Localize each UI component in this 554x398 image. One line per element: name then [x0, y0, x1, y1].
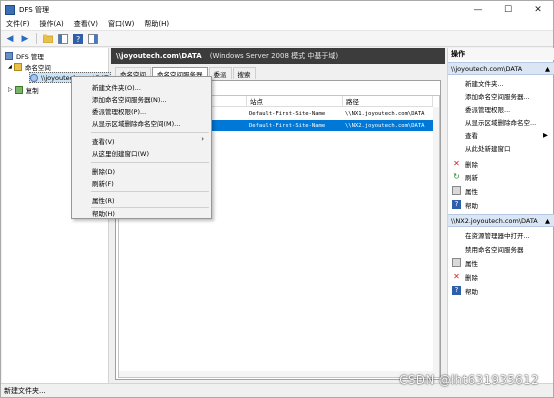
- help-icon: ?: [452, 286, 461, 295]
- section-label: \\joyoutech.com\DATA: [451, 64, 523, 73]
- properties-icon: [452, 258, 461, 267]
- action-open-in-explorer[interactable]: 在资源管理器中打开...: [448, 228, 554, 241]
- show-hide-console-tree-icon[interactable]: [57, 33, 69, 45]
- row-path: \\NX1.joyoutech.com\DATA: [345, 110, 425, 117]
- action-new-folder[interactable]: 新建文件夹...: [448, 76, 554, 89]
- actions-section-server[interactable]: \\NX2.joyoutech.com\DATA ▲: [448, 214, 554, 227]
- dfs-management-icon: [5, 51, 13, 60]
- menu-item-view[interactable]: 查看(V) ›: [73, 135, 210, 147]
- tree-label: 复制: [25, 86, 39, 95]
- actions-title: 操作: [448, 48, 554, 60]
- toolbar-separator: [36, 33, 37, 44]
- toolbar: ◀ ▶ ?: [1, 31, 553, 47]
- submenu-arrow-icon: ›: [201, 135, 204, 143]
- properties-icon: [452, 186, 461, 195]
- collapse-arrow-icon[interactable]: ◢: [8, 64, 12, 70]
- show-hide-action-pane-icon[interactable]: [87, 33, 99, 45]
- menu-item-add-namespace-server[interactable]: 添加命名空间服务器(N)...: [73, 93, 210, 105]
- menu-item-refresh[interactable]: 刷新(F): [73, 177, 210, 189]
- tab-search[interactable]: 搜索: [232, 67, 256, 79]
- expand-arrow-icon[interactable]: ▷: [8, 86, 13, 93]
- tree-item-namespaces[interactable]: ◢ 命名空间: [8, 61, 51, 72]
- action-refresh[interactable]: ↻ 刷新: [448, 170, 554, 183]
- horizontal-scrollbar[interactable]: [119, 371, 439, 377]
- menu-file[interactable]: 文件(F): [1, 19, 35, 29]
- title-bar: DFS 管理 — ☐ ✕: [1, 1, 553, 18]
- tree-label: DFS 管理: [16, 52, 44, 61]
- column-header-site[interactable]: 站点: [247, 96, 343, 107]
- delete-icon: ✕: [453, 272, 460, 281]
- action-delete[interactable]: ✕ 删除: [448, 157, 554, 170]
- tree-item-replication[interactable]: ▷ 复制: [8, 84, 39, 95]
- action-help[interactable]: ? 帮助: [448, 198, 554, 211]
- section-label: \\NX2.joyoutech.com\DATA: [451, 216, 538, 225]
- action-add-namespace-server[interactable]: 添加命名空间服务器...: [448, 89, 554, 102]
- collapse-section-icon[interactable]: ▲: [545, 65, 550, 73]
- row-site: Default-First-Site-Name: [249, 122, 326, 129]
- back-icon[interactable]: ◀: [4, 33, 16, 45]
- help-icon: ?: [452, 200, 461, 209]
- refresh-icon: ↻: [453, 172, 460, 181]
- action-disable-namespace-server[interactable]: 禁用命名空间服务器: [448, 242, 554, 255]
- column-header-path[interactable]: 路径: [343, 96, 433, 107]
- row-site: Default-First-Site-Name: [249, 110, 326, 117]
- action-remove-namespace-from-display[interactable]: 从显示区域删除命名空...: [448, 115, 554, 128]
- help-icon[interactable]: ?: [72, 33, 84, 45]
- action-properties[interactable]: 属性: [448, 184, 554, 197]
- menu-separator: [91, 162, 209, 163]
- menu-item-delete[interactable]: 删除(D): [73, 165, 210, 177]
- menu-help[interactable]: 帮助(H): [139, 19, 174, 29]
- menu-separator: [91, 191, 209, 192]
- submenu-arrow-icon: ▶: [543, 130, 548, 139]
- action-delegate-permissions[interactable]: 委派管理权限...: [448, 102, 554, 115]
- menu-separator: [91, 132, 209, 133]
- maximize-button[interactable]: ☐: [493, 1, 523, 18]
- menu-item-properties[interactable]: 属性(R): [73, 194, 210, 206]
- dfs-management-window: DFS 管理 — ☐ ✕ 文件(F) 操作(A) 查看(V) 窗口(W) 帮助(…: [0, 0, 554, 398]
- close-button[interactable]: ✕: [523, 1, 553, 18]
- action-server-properties[interactable]: 属性: [448, 256, 554, 269]
- menu-item-new-window-from-here[interactable]: 从这里创建窗口(W): [73, 147, 210, 159]
- actions-section-namespace[interactable]: \\joyoutech.com\DATA ▲: [448, 62, 554, 75]
- delete-icon: ✕: [453, 159, 460, 168]
- action-server-help[interactable]: ? 帮助: [448, 284, 554, 297]
- actions-pane: 操作 \\joyoutech.com\DATA ▲ 新建文件夹... 添加命名空…: [447, 48, 554, 383]
- namespace-path-title: \\joyoutech.com\DATA: [116, 52, 202, 60]
- tree-item-dfs-management[interactable]: DFS 管理: [5, 50, 44, 61]
- forward-icon[interactable]: ▶: [19, 33, 31, 45]
- replication-icon: [14, 85, 23, 94]
- menu-item-remove-namespace-from-display[interactable]: 从显示区域删除命名空间(M)...: [73, 117, 210, 129]
- app-icon: [5, 4, 15, 15]
- row-path: \\NX2.joyoutech.com\DATA: [345, 122, 425, 129]
- action-view[interactable]: 查看 ▶: [448, 128, 554, 141]
- vertical-scrollbar[interactable]: [433, 107, 439, 377]
- menu-view[interactable]: 查看(V): [69, 19, 103, 29]
- menu-action[interactable]: 操作(A): [35, 19, 69, 29]
- namespace-mode-subtitle: (Windows Server 2008 模式 中基于域): [209, 52, 339, 60]
- tree-label: 命名空间: [24, 63, 51, 72]
- menu-item-help[interactable]: 帮助(H): [73, 207, 210, 219]
- action-server-delete[interactable]: ✕ 删除: [448, 270, 554, 283]
- details-header: \\joyoutech.com\DATA (Windows Server 200…: [111, 48, 445, 64]
- context-menu: 新建文件夹(O)... 添加命名空间服务器(N)... 委派管理权限(P)...…: [71, 76, 212, 219]
- menu-item-new-folder[interactable]: 新建文件夹(O)...: [73, 81, 210, 93]
- minimize-button[interactable]: —: [463, 1, 493, 18]
- action-new-window-from-here[interactable]: 从此处新建窗口: [448, 141, 554, 154]
- namespace-folder-icon: [13, 62, 22, 71]
- status-text: 新建文件夹...: [4, 386, 46, 395]
- menu-window[interactable]: 窗口(W): [103, 19, 139, 29]
- window-title: DFS 管理: [19, 5, 49, 14]
- menu-item-delegate-permissions[interactable]: 委派管理权限(P)...: [73, 105, 210, 117]
- namespace-icon: [30, 73, 38, 82]
- menu-bar: 文件(F) 操作(A) 查看(V) 窗口(W) 帮助(H): [1, 18, 553, 31]
- collapse-section-icon[interactable]: ▲: [545, 217, 550, 225]
- up-folder-icon[interactable]: [42, 33, 54, 45]
- watermark: CSDN @lht631935612: [399, 373, 539, 387]
- svg-text:?: ?: [76, 35, 80, 44]
